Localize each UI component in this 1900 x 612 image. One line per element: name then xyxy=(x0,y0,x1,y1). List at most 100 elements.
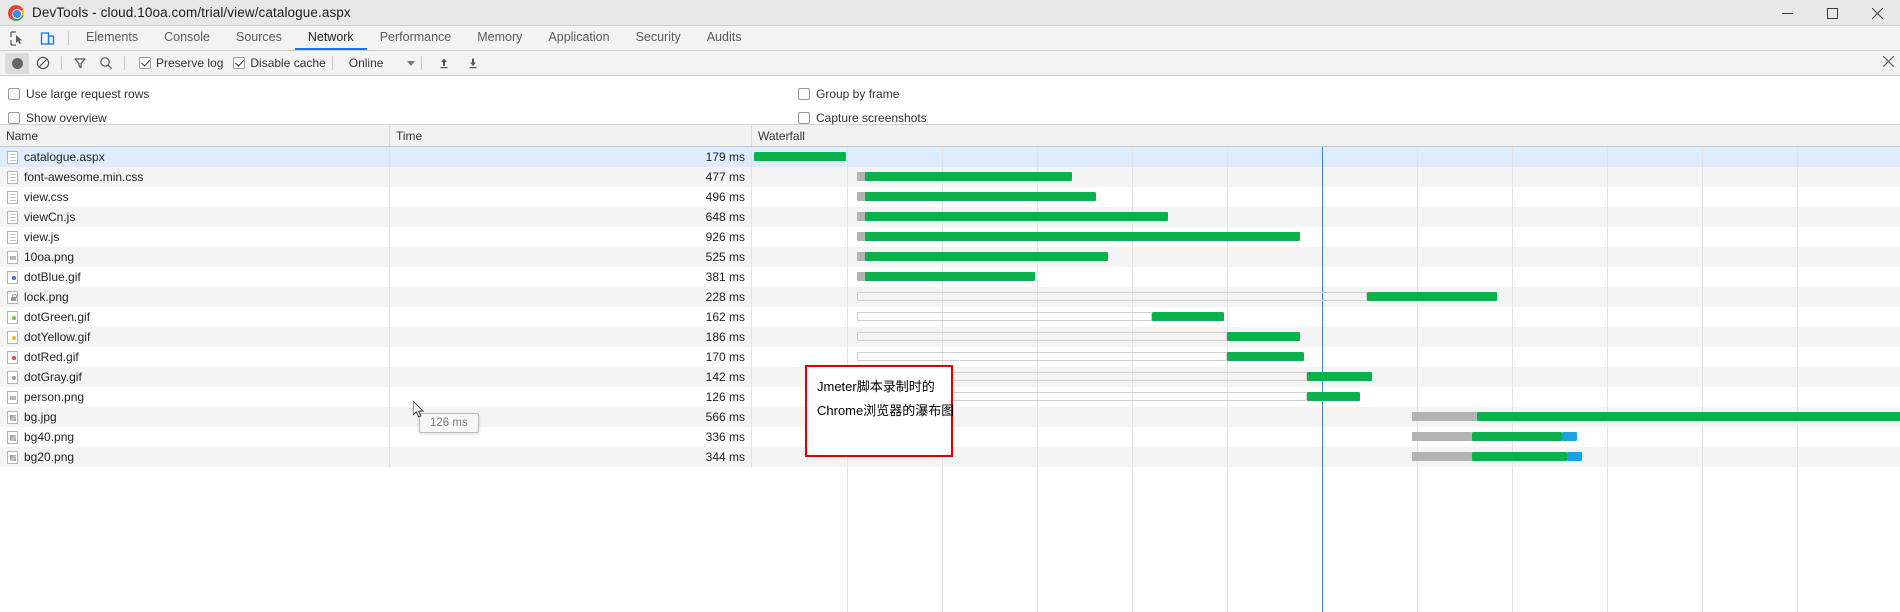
tabbar-divider xyxy=(68,31,69,45)
request-name-label: dotGray.gif xyxy=(24,370,82,384)
request-name-cell[interactable]: lock.png xyxy=(0,287,390,307)
request-name-cell[interactable]: view.css xyxy=(0,187,390,207)
dot-yellow-icon xyxy=(7,330,18,344)
request-name-cell[interactable]: view.js xyxy=(0,227,390,247)
tab-network[interactable]: Network xyxy=(294,26,367,50)
table-row[interactable]: lock.png 228 ms xyxy=(0,287,1900,307)
document-icon xyxy=(7,190,18,204)
maximize-button[interactable] xyxy=(1810,0,1855,26)
dot-red-icon xyxy=(7,350,18,364)
table-row[interactable]: catalogue.aspx 179 ms xyxy=(0,147,1900,167)
filter-icon xyxy=(74,58,86,69)
export-har-button[interactable] xyxy=(461,53,485,74)
request-name-cell[interactable]: dotRed.gif xyxy=(0,347,390,367)
request-name-label: dotRed.gif xyxy=(24,350,79,364)
table-row[interactable]: 10oa.png 525 ms xyxy=(0,247,1900,267)
request-name-cell[interactable]: dotYellow.gif xyxy=(0,327,390,347)
request-name-cell[interactable]: font-awesome.min.css xyxy=(0,167,390,187)
request-name-label: catalogue.aspx xyxy=(24,150,105,164)
time-tooltip: 126 ms xyxy=(419,413,479,433)
document-icon xyxy=(7,210,18,224)
tab-memory[interactable]: Memory xyxy=(464,26,535,50)
show-overview-box[interactable] xyxy=(8,112,20,124)
use-large-rows-label: Use large request rows xyxy=(26,87,150,101)
request-waterfall-cell xyxy=(752,247,1900,267)
toggle-device-toolbar-icon[interactable] xyxy=(36,27,58,49)
annotation-line-2: Chrome浏览器的瀑布图 xyxy=(817,403,955,419)
import-har-button[interactable] xyxy=(432,53,456,74)
filter-button[interactable] xyxy=(68,53,92,74)
inspect-tools xyxy=(0,26,64,50)
use-large-rows-checkbox[interactable]: Use large request rows xyxy=(8,87,798,101)
table-row[interactable]: dotGreen.gif 162 ms xyxy=(0,307,1900,327)
search-button[interactable] xyxy=(94,53,118,74)
table-row[interactable]: font-awesome.min.css 477 ms xyxy=(0,167,1900,187)
capture-screenshots-box[interactable] xyxy=(798,112,810,124)
disable-cache-box[interactable] xyxy=(233,57,246,69)
request-name-cell[interactable]: bg.jpg xyxy=(0,407,390,427)
table-row[interactable]: dotBlue.gif 381 ms xyxy=(0,267,1900,287)
settings-row-1: Use large request rows Group by frame xyxy=(0,82,1900,106)
throttle-select-value[interactable]: Online xyxy=(349,56,384,70)
table-row[interactable]: dotRed.gif 170 ms xyxy=(0,347,1900,367)
annotation-box: Jmeter脚本录制时的 Chrome浏览器的瀑布图 xyxy=(805,365,955,457)
document-icon xyxy=(7,230,18,244)
table-row[interactable]: dotYellow.gif 186 ms xyxy=(0,327,1900,347)
request-time-cell: 228 ms xyxy=(390,287,752,307)
close-button[interactable] xyxy=(1855,0,1900,26)
preserve-log-label: Preserve log xyxy=(156,56,224,70)
tab-sources[interactable]: Sources xyxy=(223,26,295,50)
group-by-frame-box[interactable] xyxy=(798,88,810,100)
clear-button[interactable] xyxy=(31,53,55,74)
request-name-label: viewCn.js xyxy=(24,210,76,224)
capture-screenshots-label: Capture screenshots xyxy=(816,111,927,125)
chevron-down-icon[interactable] xyxy=(407,60,416,66)
minimize-button[interactable] xyxy=(1765,0,1810,26)
request-name-label: 10oa.png xyxy=(24,250,75,264)
request-time-cell: 162 ms xyxy=(390,307,752,327)
tab-security[interactable]: Security xyxy=(623,26,694,50)
disable-cache-checkbox[interactable]: Disable cache xyxy=(233,56,326,70)
request-name-cell[interactable]: bg40.png xyxy=(0,427,390,447)
capture-screenshots-checkbox[interactable]: Capture screenshots xyxy=(798,111,927,125)
request-name-label: view.js xyxy=(24,230,60,244)
request-name-cell[interactable]: dotBlue.gif xyxy=(0,267,390,287)
table-row[interactable]: view.js 926 ms xyxy=(0,227,1900,247)
window-controls xyxy=(1765,0,1900,26)
request-name-cell[interactable]: viewCn.js xyxy=(0,207,390,227)
download-icon xyxy=(469,58,477,69)
dot-gray-icon xyxy=(7,370,18,384)
record-button[interactable] xyxy=(5,52,29,74)
table-row[interactable]: view.css 496 ms xyxy=(0,187,1900,207)
show-overview-checkbox[interactable]: Show overview xyxy=(8,111,798,125)
preserve-log-checkbox[interactable]: Preserve log xyxy=(139,56,223,70)
request-name-cell[interactable]: 10oa.png xyxy=(0,247,390,267)
close-panel-button[interactable] xyxy=(1882,55,1895,70)
request-name-cell[interactable]: dotGray.gif xyxy=(0,367,390,387)
inspect-element-icon[interactable] xyxy=(6,27,28,49)
tab-application[interactable]: Application xyxy=(535,26,622,50)
request-time-cell: 381 ms xyxy=(390,267,752,287)
disable-cache-label: Disable cache xyxy=(250,56,326,70)
request-waterfall-cell xyxy=(752,187,1900,207)
window-title: DevTools - cloud.10oa.com/trial/view/cat… xyxy=(32,5,351,20)
request-name-cell[interactable]: bg20.png xyxy=(0,447,390,467)
tab-performance[interactable]: Performance xyxy=(367,26,465,50)
tab-elements[interactable]: Elements xyxy=(73,26,151,50)
request-time-cell: 477 ms xyxy=(390,167,752,187)
tab-console[interactable]: Console xyxy=(151,26,223,50)
request-waterfall-cell xyxy=(752,227,1900,247)
request-waterfall-cell xyxy=(752,287,1900,307)
table-row[interactable]: viewCn.js 648 ms xyxy=(0,207,1900,227)
request-name-cell[interactable]: dotGreen.gif xyxy=(0,307,390,327)
tab-audits[interactable]: Audits xyxy=(694,26,755,50)
preserve-log-box[interactable] xyxy=(139,57,151,69)
request-time-cell: 126 ms xyxy=(390,387,752,407)
request-name-label: font-awesome.min.css xyxy=(24,170,144,184)
request-waterfall-cell xyxy=(752,147,1900,167)
photo-icon xyxy=(7,450,18,464)
request-name-cell[interactable]: person.png xyxy=(0,387,390,407)
use-large-rows-box[interactable] xyxy=(8,88,20,100)
request-name-cell[interactable]: catalogue.aspx xyxy=(0,147,390,167)
group-by-frame-checkbox[interactable]: Group by frame xyxy=(798,87,899,101)
